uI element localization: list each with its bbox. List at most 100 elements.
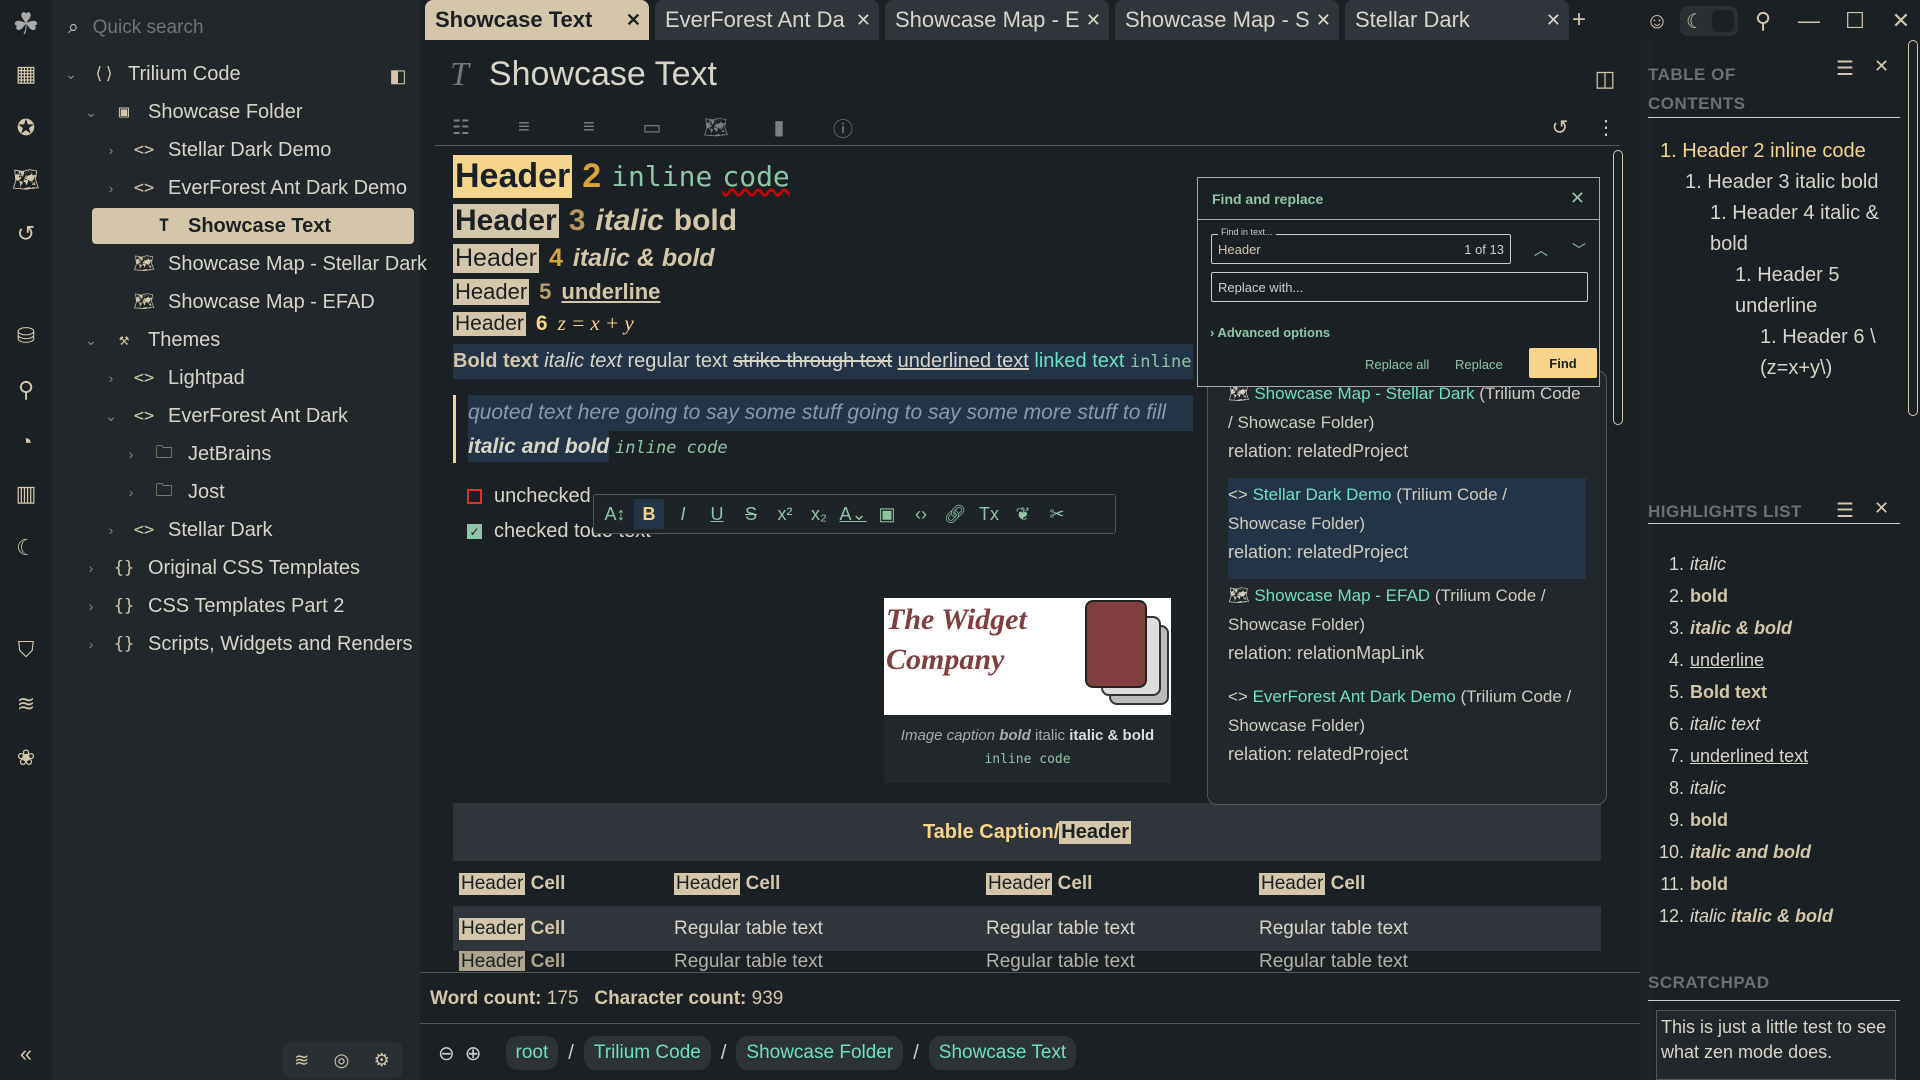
note-title[interactable]: Showcase Text <box>489 55 717 94</box>
tree-item[interactable]: › <> Lightpad <box>102 360 245 396</box>
chevron-right-icon[interactable]: › <box>82 560 100 576</box>
tree-item[interactable]: 🗺︎ Showcase Map - EFAD <box>102 284 375 320</box>
chevron-down-icon[interactable]: ⌄ <box>82 332 100 349</box>
highlight-item[interactable]: 9. bold <box>1654 804 1904 836</box>
replace-all-button[interactable]: Replace all <box>1365 357 1429 372</box>
search-input[interactable]: Quick search <box>93 17 204 39</box>
collapse-icon[interactable]: « <box>8 1036 44 1072</box>
tree-item[interactable]: ⌄ ⚒ Themes <box>82 322 220 358</box>
tree-item[interactable]: ⌄ <> EverForest Ant Dark <box>102 398 348 434</box>
breadcrumb-item[interactable]: root <box>505 1036 559 1070</box>
chevron-right-icon[interactable]: › <box>82 636 100 652</box>
breadcrumb-item[interactable]: Trilium Code <box>583 1036 711 1070</box>
calendar-star-icon[interactable]: ✪ <box>8 110 44 146</box>
layers-icon[interactable]: ≋ <box>294 1050 309 1071</box>
history-icon[interactable]: ↺ <box>8 216 44 252</box>
bold-icon[interactable]: B <box>634 499 664 529</box>
chevron-down-icon[interactable]: ﹀ <box>1572 240 1586 260</box>
right-scrollbar[interactable] <box>1908 40 1918 416</box>
breadcrumb-item[interactable]: Showcase Text <box>928 1036 1077 1070</box>
tree-item[interactable]: › <> Stellar Dark Demo <box>102 132 332 168</box>
toggle-right-pane-icon[interactable]: ◫ <box>1590 64 1620 94</box>
chevron-up-icon[interactable]: ︿ <box>1534 240 1548 260</box>
shield-check-icon[interactable]: ⛉ <box>8 632 44 668</box>
target-icon[interactable]: ◎ <box>334 1050 350 1071</box>
tab[interactable]: Showcase Map - S ✕ <box>1115 0 1339 40</box>
tree-item[interactable]: › <> Stellar Dark <box>102 512 273 548</box>
close-tab-icon[interactable]: ✕ <box>626 10 641 31</box>
code-icon[interactable]: ‹› <box>906 499 936 529</box>
tab[interactable]: EverForest Ant Da ✕ <box>655 0 879 40</box>
tree-item[interactable]: › {} CSS Templates Part 2 <box>82 588 345 624</box>
highlight-item[interactable]: 4. underline <box>1654 644 1904 676</box>
dashboard-icon[interactable]: ◔ <box>8 424 44 460</box>
find-input[interactable]: Header 1 of 13 <box>1211 234 1511 264</box>
chevron-right-icon[interactable]: › <box>122 446 140 462</box>
map-icon[interactable]: 🗺︎ <box>8 162 44 198</box>
font-color-icon[interactable]: A⌄ <box>838 499 868 529</box>
chevron-right-icon[interactable]: › <box>122 484 140 500</box>
properties-icon[interactable]: ☷ <box>445 112 477 142</box>
clear-format-icon[interactable]: Tx <box>974 499 1004 529</box>
book-reader-icon[interactable]: ⚲ <box>8 372 44 408</box>
calendar-icon[interactable]: ▦ <box>8 56 44 92</box>
tree-item[interactable]: › 🗀 Jost <box>122 474 225 510</box>
settings-sliders-icon[interactable]: ☰ <box>1836 56 1854 81</box>
database-icon[interactable]: ⛁ <box>8 318 44 354</box>
chevron-right-icon[interactable]: › <box>102 142 120 158</box>
close-tab-icon[interactable]: ✕ <box>1086 10 1101 31</box>
layout-icon[interactable]: ▭ <box>636 112 668 142</box>
lotus-icon[interactable]: ❀ <box>8 740 44 776</box>
advanced-options-toggle[interactable]: › Advanced options <box>1210 325 1330 340</box>
toc-item[interactable]: 1. Header 6 \(z=x+y\) <box>1660 322 1900 384</box>
tree-item[interactable]: › {} Scripts, Widgets and Renders <box>82 626 413 662</box>
chevron-right-icon[interactable]: › <box>102 180 120 196</box>
superscript-icon[interactable]: x² <box>770 499 800 529</box>
scrollbar[interactable] <box>1613 150 1623 425</box>
chevron-down-icon[interactable]: ⌄ <box>82 104 100 121</box>
italic-icon[interactable]: I <box>668 499 698 529</box>
checklist-icon[interactable]: ≡ <box>508 112 540 142</box>
tab[interactable]: Showcase Text ✕ <box>425 0 649 40</box>
highlight-item[interactable]: 7. underlined text <box>1654 740 1904 772</box>
relation-item[interactable]: 🗺︎ Showcase Map - EFAD (Trilium Code / S… <box>1228 579 1586 680</box>
tree-item[interactable]: › 🗀 JetBrains <box>122 436 272 472</box>
wifi-icon[interactable]: ≋ <box>8 686 44 722</box>
tab[interactable]: Showcase Map - E ✕ <box>885 0 1109 40</box>
relation-item[interactable]: <> EverForest Ant Dark Demo (Trilium Cod… <box>1228 680 1586 781</box>
tree-item[interactable]: › {} Original CSS Templates <box>82 550 360 586</box>
gear-icon[interactable]: ⚙ <box>374 1050 390 1071</box>
widget-company-logo[interactable]: The Widget Company <box>884 598 1171 715</box>
font-size-icon[interactable]: A↕ <box>600 499 630 529</box>
highlight-item[interactable]: 6. italic text <box>1654 708 1904 740</box>
breadcrumb-item[interactable]: Showcase Folder <box>736 1036 904 1070</box>
highlight-item[interactable]: 8. italic <box>1654 772 1904 804</box>
highlight-item[interactable]: 1. italic <box>1654 548 1904 580</box>
tree-item[interactable]: ⌄ ⟨⟩ Trilium Code <box>62 56 241 92</box>
cut-icon[interactable]: ✂ <box>1042 499 1072 529</box>
close-tab-icon[interactable]: ✕ <box>1546 10 1561 31</box>
relation-item[interactable]: 🗺︎ Showcase Map - Stellar Dark (Trilium … <box>1228 377 1586 478</box>
tab[interactable]: Stellar Dark ✕ <box>1345 0 1569 40</box>
toc-item[interactable]: 1. Header 2 inline code <box>1660 136 1900 167</box>
moon-icon[interactable]: ☾ <box>8 530 44 566</box>
checkbox-unchecked[interactable] <box>467 489 482 504</box>
replace-input[interactable]: Replace with... <box>1211 272 1588 302</box>
sprout-icon[interactable]: ❦ <box>1008 499 1038 529</box>
relation-item[interactable]: <> Stellar Dark Demo (Trilium Code / Sho… <box>1228 478 1586 579</box>
close-icon[interactable]: ✕ <box>1874 498 1889 519</box>
highlight-item[interactable]: 12. italic italic & bold <box>1654 900 1904 932</box>
close-icon[interactable]: ✕ <box>1874 56 1889 77</box>
new-tab-button[interactable]: + <box>1572 6 1586 34</box>
close-tab-icon[interactable]: ✕ <box>1316 10 1331 31</box>
unhoist-icon[interactable]: ◧ <box>384 62 412 90</box>
tree-item[interactable]: ⌄ ▣ Showcase Folder <box>82 94 302 130</box>
close-tab-icon[interactable]: ✕ <box>856 10 871 31</box>
highlight-item[interactable]: 5. Bold text <box>1654 676 1904 708</box>
chart-icon[interactable]: ▥ <box>8 476 44 512</box>
highlight-item[interactable]: 2. bold <box>1654 580 1904 612</box>
quick-search[interactable]: ⌕ Quick search <box>62 10 412 46</box>
chevron-down-icon[interactable]: ⌄ <box>102 408 120 425</box>
tree-item[interactable]: T Showcase Text <box>92 208 414 244</box>
checkbox-checked[interactable]: ✓ <box>467 524 482 539</box>
